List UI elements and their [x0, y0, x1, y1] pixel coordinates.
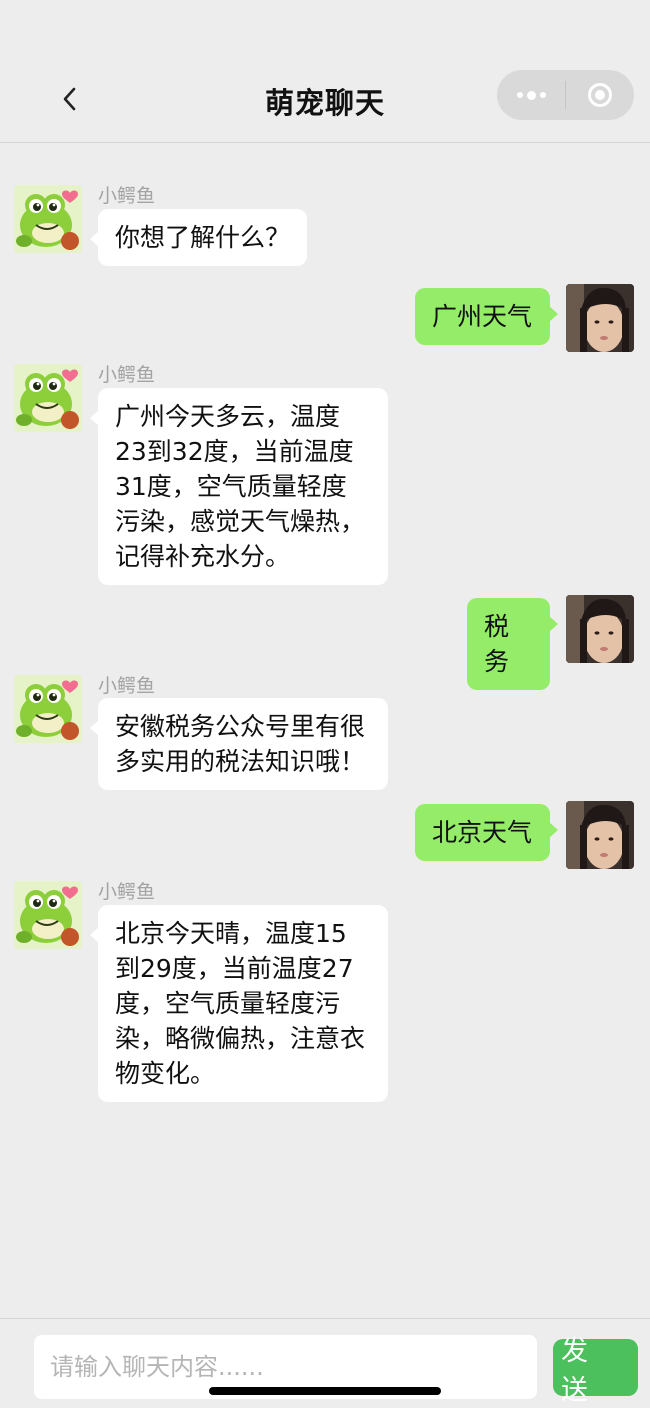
- close-miniprogram-button[interactable]: [566, 70, 634, 120]
- message-bubble: 广州天气: [415, 288, 558, 345]
- sender-name: 小鳄鱼: [98, 364, 156, 386]
- message-bubble: 你想了解什么？: [89, 209, 308, 266]
- more-button[interactable]: [497, 70, 565, 120]
- message-bubble: 北京今天晴，温度15到29度，当前温度27度，空气质量轻度污染，略微偏热，注意衣…: [90, 905, 388, 1102]
- message-bubble: 广州今天多云，温度23到32度，当前温度31度，空气质量轻度污染，感觉天气燥热，…: [90, 388, 388, 585]
- user-photo-icon: [566, 595, 634, 663]
- crocodile-icon: [14, 675, 82, 743]
- crocodile-avatar[interactable]: [14, 675, 82, 743]
- nav-bar: 萌宠聊天: [0, 0, 650, 143]
- send-button[interactable]: 发 送: [553, 1336, 638, 1406]
- user-avatar[interactable]: [566, 595, 634, 663]
- sender-name: 小鳄鱼: [98, 185, 156, 207]
- crocodile-avatar[interactable]: [14, 185, 82, 253]
- target-icon: [588, 83, 612, 107]
- crocodile-icon: [14, 185, 82, 253]
- sender-name: 小鳄鱼: [98, 881, 156, 903]
- user-avatar[interactable]: [566, 284, 634, 352]
- more-icon: [516, 90, 546, 100]
- miniprogram-capsule: [497, 70, 634, 120]
- sender-name: 小鳄鱼: [98, 675, 156, 697]
- home-indicator: [209, 1387, 441, 1395]
- user-avatar[interactable]: [566, 801, 634, 869]
- message-bubble: 税务: [467, 598, 558, 690]
- user-photo-icon: [566, 284, 634, 352]
- crocodile-icon: [14, 881, 82, 949]
- message-bubble: 北京天气: [415, 804, 558, 861]
- user-photo-icon: [566, 801, 634, 869]
- crocodile-icon: [14, 364, 82, 432]
- crocodile-avatar[interactable]: [14, 881, 82, 949]
- message-bubble: 安徽税务公众号里有很多实用的税法知识哦！: [90, 698, 388, 790]
- crocodile-avatar[interactable]: [14, 364, 82, 432]
